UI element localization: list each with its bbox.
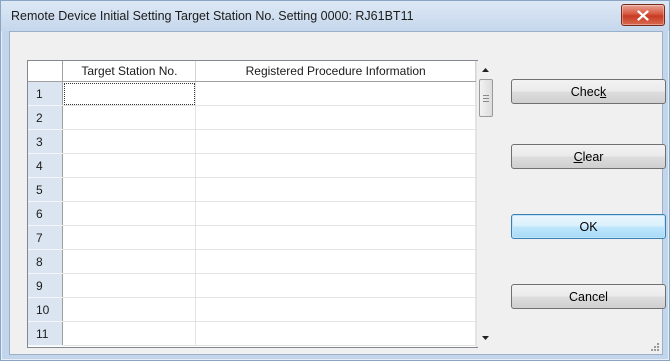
target-station-cell[interactable] [62,225,197,250]
row-number-label: 6 [36,206,43,221]
row-number[interactable]: 8 [28,249,64,274]
row-number[interactable]: 7 [28,225,64,250]
ok-button-label: OK [579,219,598,234]
registered-procedure-cell[interactable] [195,273,476,298]
row-number[interactable]: 6 [28,201,64,226]
scroll-thumb[interactable] [479,79,493,117]
target-station-cell[interactable] [62,201,197,226]
cancel-button-label: Cancel [569,289,608,304]
table-row: 10 [28,297,476,322]
table-row: 4 [28,153,476,178]
scroll-up-button[interactable] [477,61,494,78]
row-number-label: 9 [36,278,43,293]
registered-procedure-cell[interactable] [195,321,476,346]
scroll-down-button[interactable] [477,329,494,346]
clear-button-label: Clear [573,149,604,164]
table-row: 5 [28,177,476,202]
check-button-label: Check [570,84,607,99]
cancel-button[interactable]: Cancel [511,284,666,309]
table-row: 9 [28,273,476,298]
row-number[interactable]: 2 [28,105,64,130]
target-station-cell[interactable] [62,273,197,298]
close-button[interactable] [621,4,665,26]
close-x-icon [637,9,649,21]
arrow-up-icon [482,67,489,72]
window-title: Remote Device Initial Setting Target Sta… [11,9,414,23]
ok-button[interactable]: OK [511,214,666,239]
target-station-cell[interactable] [62,129,197,154]
grip-lines-icon [483,94,489,102]
dialog-window: Remote Device Initial Setting Target Sta… [0,0,670,361]
row-number-label: 8 [36,254,43,269]
grid-corner-cell[interactable] [28,61,64,82]
table-row: 7 [28,225,476,250]
title-bar[interactable]: Remote Device Initial Setting Target Sta… [1,1,669,31]
grid-table: Target Station No. Registered Procedure … [28,61,476,346]
row-number-label: 10 [36,302,50,317]
registered-procedure-cell[interactable] [195,105,476,130]
resize-grip-icon[interactable] [649,341,659,351]
row-number[interactable]: 1 [28,81,64,106]
table-row: 6 [28,201,476,226]
row-number-label: 2 [36,110,43,125]
row-number[interactable]: 5 [28,177,64,202]
registered-procedure-cell[interactable] [195,249,476,274]
arrow-down-icon [482,335,489,340]
table-row: 8 [28,249,476,274]
row-number[interactable]: 11 [28,321,64,346]
registered-procedure-cell[interactable] [195,201,476,226]
column-header-registered-procedure[interactable]: Registered Procedure Information [195,61,476,82]
row-number-label: 11 [36,326,49,341]
registered-procedure-cell[interactable] [195,153,476,178]
dialog-client-area: Target Station No. Registered Procedure … [9,31,666,355]
check-button[interactable]: Check [511,79,666,104]
row-number-label: 5 [36,182,43,197]
clear-button[interactable]: Clear [511,144,666,169]
target-station-cell[interactable] [62,297,197,322]
registered-procedure-cell[interactable] [195,81,476,106]
station-grid: Target Station No. Registered Procedure … [27,60,494,348]
registered-procedure-cell[interactable] [195,297,476,322]
column-header-target-station[interactable]: Target Station No. [62,61,197,82]
table-row: 11 [28,321,476,346]
target-station-cell[interactable] [62,249,197,274]
grid-header-row: Target Station No. Registered Procedure … [28,61,476,82]
row-number[interactable]: 3 [28,129,64,154]
table-row: 3 [28,129,476,154]
row-number-label: 7 [36,230,43,245]
registered-procedure-cell[interactable] [195,177,476,202]
table-row: 2 [28,105,476,130]
row-number[interactable]: 4 [28,153,64,178]
row-number-label: 3 [36,134,43,149]
target-station-cell[interactable] [62,153,197,178]
row-number[interactable]: 10 [28,297,64,322]
row-number-label: 1 [36,86,43,101]
row-number-label: 4 [36,158,43,173]
target-station-cell[interactable] [62,321,197,346]
target-station-cell[interactable] [62,177,197,202]
target-station-cell[interactable] [62,81,197,106]
grid-viewport: Target Station No. Registered Procedure … [28,61,476,347]
table-row: 1 [28,81,476,106]
vertical-scrollbar[interactable] [476,61,494,347]
target-station-cell[interactable] [62,105,197,130]
registered-procedure-cell[interactable] [195,129,476,154]
row-number[interactable]: 9 [28,273,64,298]
registered-procedure-cell[interactable] [195,225,476,250]
